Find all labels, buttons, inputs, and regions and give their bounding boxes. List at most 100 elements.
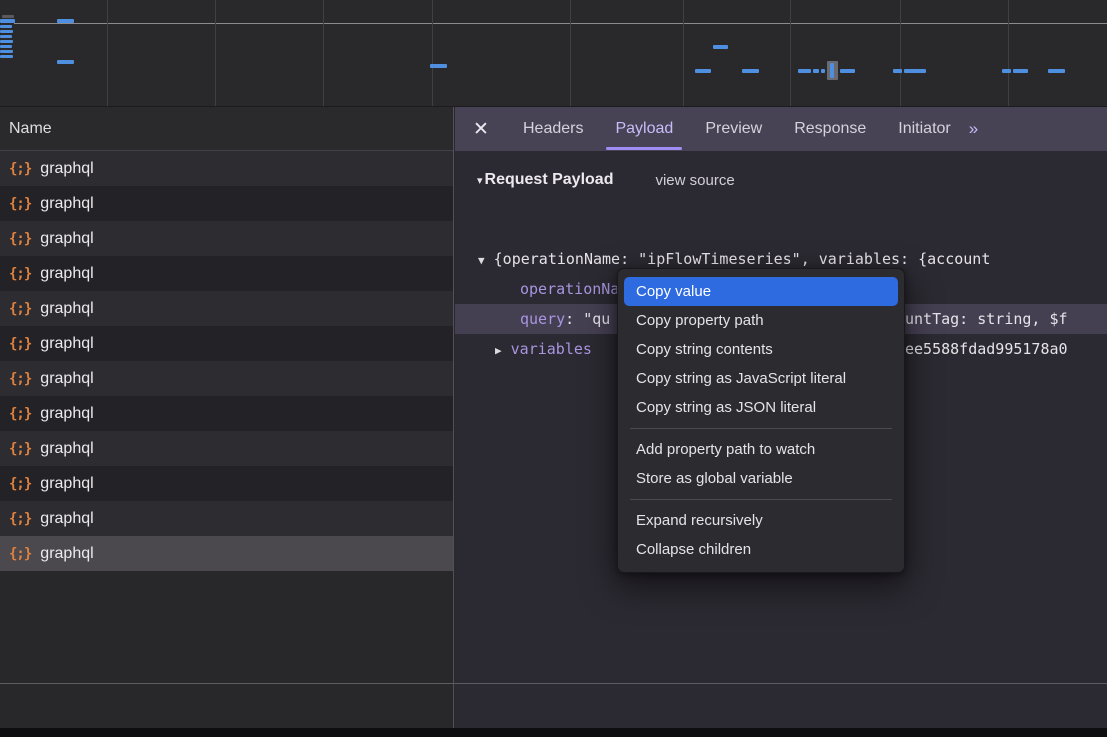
tab-headers[interactable]: Headers <box>507 107 599 151</box>
property-value-right: ee5588fdad995178a0 <box>905 334 1068 364</box>
bottom-status-strip <box>0 728 1107 737</box>
request-row[interactable]: {;}graphql <box>0 396 453 431</box>
menu-separator <box>630 499 892 500</box>
devtools-network-panel: Name {;}graphql{;}graphql{;}graphql{;}gr… <box>0 0 1107 737</box>
request-row[interactable]: {;} graphql <box>0 326 453 361</box>
property-key: query <box>520 310 565 328</box>
overview-request-bar <box>0 19 15 23</box>
json-file-icon: {;} <box>9 476 31 492</box>
request-table: Name {;}graphql{;}graphql{;}graphql{;}gr… <box>0 107 454 728</box>
overview-request-bar <box>0 25 12 28</box>
request-payload-section-header[interactable]: ▾ Request Payload view source <box>455 165 1107 195</box>
overview-request-bar <box>742 69 759 73</box>
request-name: graphql <box>40 510 93 528</box>
request-row[interactable]: {;}graphql <box>0 536 453 571</box>
request-row[interactable]: {;} graphql <box>0 256 453 291</box>
request-name: graphql <box>40 440 93 458</box>
request-row[interactable]: {;} graphql <box>0 431 453 466</box>
request-name: graphql <box>40 230 93 248</box>
expanded-arrow-icon[interactable]: ▼ <box>478 254 485 267</box>
menu-item-store-as-global-variable[interactable]: Store as global variable <box>618 464 904 493</box>
detail-tab-bar: ✕ HeadersPayloadPreviewResponseInitiator… <box>455 107 1107 151</box>
overview-request-bar <box>57 60 74 64</box>
menu-separator <box>630 428 892 429</box>
overview-gridline <box>1008 0 1009 106</box>
request-row[interactable]: {;} graphql <box>0 501 453 536</box>
menu-item-copy-value[interactable]: Copy value <box>624 277 898 306</box>
menu-item-copy-string-contents[interactable]: Copy string contents <box>618 335 904 364</box>
json-file-icon: {;} <box>9 196 31 212</box>
overview-request-bar <box>57 19 74 23</box>
json-file-icon: {;} <box>9 161 31 177</box>
json-file-icon: {;} <box>9 231 31 247</box>
network-overview-timeline[interactable] <box>0 0 1107 107</box>
overview-request-bar <box>1048 69 1065 73</box>
json-file-icon: {;} <box>9 301 31 317</box>
overview-request-bar <box>0 30 13 33</box>
json-file-icon: {;} <box>9 336 31 352</box>
json-root-preview: {operationName: "ipFlowTimeseries", vari… <box>494 250 991 268</box>
overview-request-bar <box>813 69 819 73</box>
request-name: graphql <box>40 195 93 213</box>
overview-request-bar <box>830 63 834 78</box>
request-list: {;} graphql {;} graphql {;} graphql {;} graphql… <box>0 151 453 571</box>
overview-gridline <box>107 0 108 106</box>
overview-request-bar <box>0 40 13 43</box>
property-key: variables <box>511 340 592 358</box>
footer-divider <box>0 683 1107 684</box>
overview-gridline <box>215 0 216 106</box>
request-name: graphql <box>40 335 93 353</box>
view-source-link[interactable]: view source <box>655 172 734 189</box>
overview-gridline <box>432 0 433 106</box>
more-tabs-icon[interactable]: » <box>969 119 976 139</box>
overview-request-bar <box>0 50 13 53</box>
overview-gridline <box>683 0 684 106</box>
request-name: graphql <box>40 475 93 493</box>
overview-request-bar <box>840 69 855 73</box>
overview-gridline <box>790 0 791 106</box>
request-row[interactable]: {;} graphql <box>0 186 453 221</box>
request-row[interactable]: {;} graphql <box>0 151 453 186</box>
overview-gridline <box>323 0 324 106</box>
request-row[interactable]: {;} graphql <box>0 361 453 396</box>
overview-gridline <box>900 0 901 106</box>
section-collapse-icon[interactable]: ▾ <box>477 174 483 187</box>
overview-request-bar <box>713 45 728 49</box>
overview-request-bar <box>2 15 14 18</box>
request-name: graphql <box>40 370 93 388</box>
json-file-icon: {;} <box>9 441 31 457</box>
json-file-icon: {;} <box>9 511 31 527</box>
request-name: graphql <box>40 405 93 423</box>
tab-payload[interactable]: Payload <box>599 107 689 151</box>
overview-request-bar <box>430 64 447 68</box>
name-column-header[interactable]: Name <box>0 107 453 151</box>
request-row[interactable]: {;} graphql <box>0 291 453 326</box>
request-name: graphql <box>40 160 93 178</box>
property-value-left: "qu <box>583 310 610 328</box>
overview-request-bar <box>821 69 825 73</box>
menu-item-copy-property-path[interactable]: Copy property path <box>618 306 904 335</box>
json-file-icon: {;} <box>9 371 31 387</box>
menu-item-expand-recursively[interactable]: Expand recursively <box>618 506 904 535</box>
close-icon[interactable]: ✕ <box>455 118 507 141</box>
overview-request-bar <box>0 45 12 48</box>
tab-preview[interactable]: Preview <box>689 107 778 151</box>
overview-request-bar <box>0 35 12 38</box>
request-row[interactable]: {;} graphql <box>0 221 453 256</box>
tab-response[interactable]: Response <box>778 107 882 151</box>
request-row[interactable]: {;} graphql <box>0 466 453 501</box>
menu-item-copy-string-as-javascript-literal[interactable]: Copy string as JavaScript literal <box>618 364 904 393</box>
overview-axis-line <box>14 23 1107 24</box>
tab-initiator[interactable]: Initiator <box>882 107 966 151</box>
overview-request-bar <box>0 55 13 58</box>
menu-item-copy-string-as-json-literal[interactable]: Copy string as JSON literal <box>618 393 904 422</box>
property-value-right: untTag: string, $f <box>905 304 1068 334</box>
overview-request-bar <box>904 69 926 73</box>
name-column-label: Name <box>9 120 52 138</box>
menu-item-add-property-path-to-watch[interactable]: Add property path to watch <box>618 435 904 464</box>
collapsed-arrow-icon[interactable]: ▶ <box>495 344 502 357</box>
menu-item-collapse-children[interactable]: Collapse children <box>618 535 904 564</box>
json-file-icon: {;} <box>9 266 31 282</box>
request-name: graphql <box>40 265 93 283</box>
request-name: graphql <box>40 300 93 318</box>
